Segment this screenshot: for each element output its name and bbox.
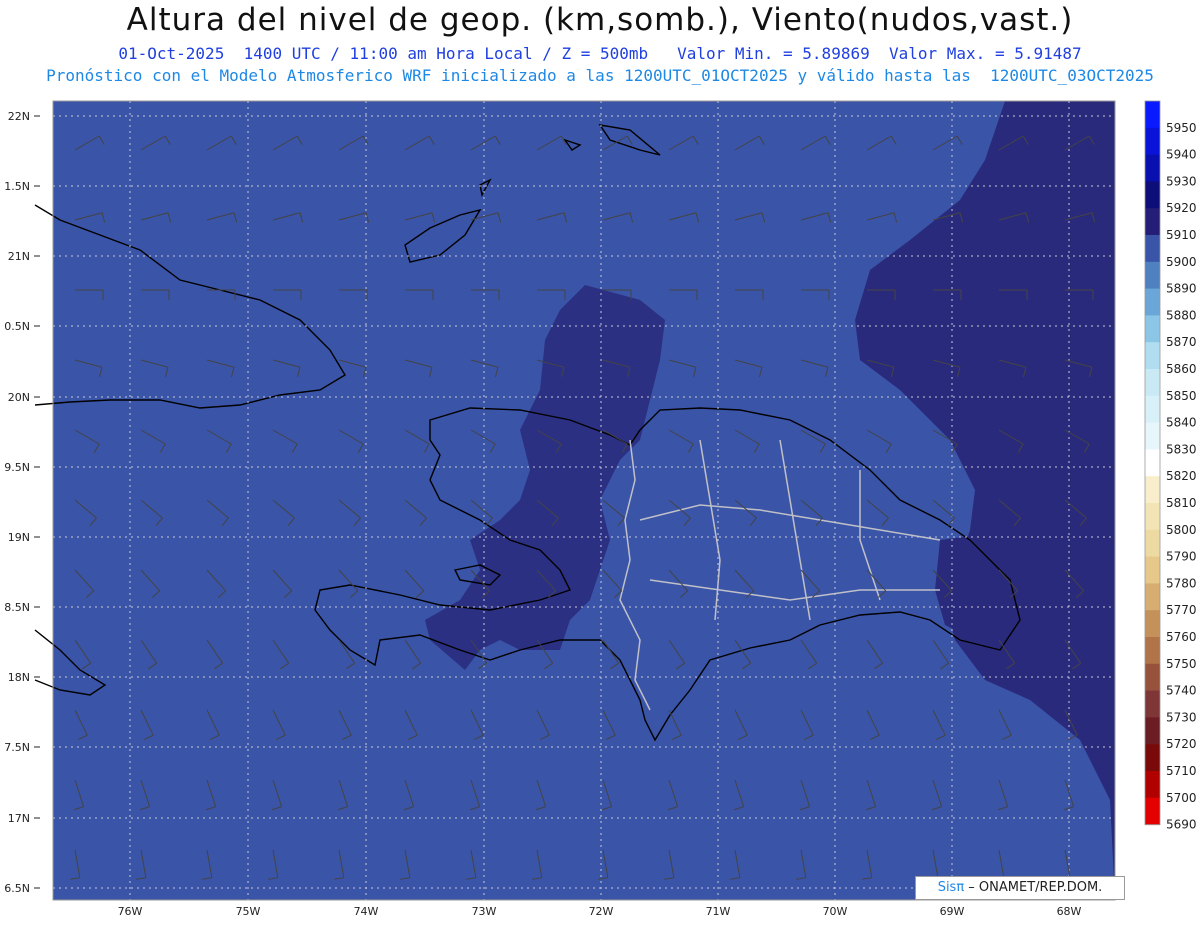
colorbar-swatch <box>1145 610 1160 638</box>
lon-label: 71W <box>706 905 731 918</box>
lon-label: 70W <box>823 905 848 918</box>
colorbar-swatch <box>1145 127 1160 156</box>
colorbar-label: 5810 <box>1166 496 1197 510</box>
colorbar-swatch <box>1145 556 1160 584</box>
colorbar-swatch <box>1145 315 1160 343</box>
colorbar-swatch <box>1145 690 1160 718</box>
colorbar-label: 5760 <box>1166 630 1197 644</box>
colorbar-label: 5740 <box>1166 684 1197 698</box>
colorbar-label: 5920 <box>1166 201 1197 215</box>
colorbar-label: 5910 <box>1166 228 1197 242</box>
colorbar-swatch <box>1145 529 1160 558</box>
lat-label: 21N <box>8 250 30 263</box>
colorbar-swatch <box>1145 583 1160 611</box>
latitude-labels: 22N 1.5N 21N 0.5N 20N 9.5N 19N 8.5N 18N 7.5N 17N 6.… <box>4 110 40 895</box>
colorbar-swatch <box>1145 235 1160 263</box>
colorbar-swatch <box>1145 503 1160 531</box>
colorbar-label: 5720 <box>1166 737 1197 751</box>
lon-label: 72W <box>589 905 614 918</box>
colorbar-swatch <box>1145 154 1160 182</box>
lon-label: 73W <box>472 905 497 918</box>
lon-label: 68W <box>1057 905 1082 918</box>
colorbar-swatch <box>1145 369 1160 397</box>
colorbar-label: 5940 <box>1166 148 1197 162</box>
colorbar-label: 5930 <box>1166 174 1197 188</box>
colorbar-swatch <box>1145 342 1160 370</box>
lat-label: 20N <box>8 391 30 404</box>
colorbar-label: 5870 <box>1166 335 1197 349</box>
lat-label: 9.5N <box>4 461 30 474</box>
colorbar-label: 5830 <box>1166 442 1197 456</box>
colorbar-label: 5880 <box>1166 308 1197 322</box>
lat-label: 6.5N <box>4 882 30 895</box>
lat-label: 18N <box>8 671 30 684</box>
colorbar-label: 5950 <box>1166 121 1197 135</box>
colorbar-label: 5790 <box>1166 550 1197 564</box>
colorbar-label: 5700 <box>1166 791 1197 805</box>
colorbar-label: 5860 <box>1166 362 1197 376</box>
credit-brand: Sisπ <box>937 880 965 895</box>
colorbar-swatch <box>1145 449 1160 477</box>
colorbar-label: 5820 <box>1166 469 1197 483</box>
lon-label: 75W <box>236 905 261 918</box>
lat-label: 22N <box>8 110 30 123</box>
colorbar-label: 5710 <box>1166 764 1197 778</box>
forecast-map: 22N 1.5N 21N 0.5N 20N 9.5N 19N 8.5N 18N 7.5N 17N 6.… <box>4 100 1197 918</box>
colorbar: 5950 5940 5930 5920 5910 5900 5890 5880 5870 5860… <box>1144 100 1197 832</box>
lat-label: 8.5N <box>4 601 30 614</box>
lat-label: 0.5N <box>4 320 30 333</box>
colorbar-label: 5780 <box>1166 576 1197 590</box>
colorbar-label: 5730 <box>1166 710 1197 724</box>
colorbar-swatch <box>1145 637 1160 665</box>
credit-box: Sisπ – ONAMET/REP.DOM. <box>915 876 1125 900</box>
colorbar-swatch <box>1145 797 1160 826</box>
colorbar-swatch <box>1145 771 1160 799</box>
colorbar-label: 5890 <box>1166 282 1197 296</box>
colorbar-swatch <box>1145 663 1160 692</box>
colorbar-swatch <box>1145 744 1160 772</box>
colorbar-swatch <box>1145 261 1160 290</box>
lat-label: 7.5N <box>4 741 30 754</box>
lon-label: 69W <box>940 905 965 918</box>
colorbar-swatch <box>1145 181 1160 209</box>
colorbar-label: 5850 <box>1166 389 1197 403</box>
lon-label: 76W <box>118 905 143 918</box>
lat-label: 17N <box>8 812 30 825</box>
lon-label: 74W <box>354 905 379 918</box>
colorbar-label: 5770 <box>1166 603 1197 617</box>
colorbar-swatch <box>1145 422 1160 450</box>
colorbar-swatch <box>1145 476 1160 504</box>
colorbar-label: 5840 <box>1166 416 1197 430</box>
credit-text: – ONAMET/REP.DOM. <box>964 880 1103 895</box>
colorbar-label: 5690 <box>1166 818 1197 832</box>
longitude-labels: 76W 75W 74W 73W 72W 71W 70W 69W 68W <box>118 905 1082 918</box>
lat-label: 19N <box>8 531 30 544</box>
lat-label: 1.5N <box>4 180 30 193</box>
colorbar-swatch <box>1145 288 1160 316</box>
colorbar-label: 5800 <box>1166 523 1197 537</box>
colorbar-label: 5900 <box>1166 255 1197 269</box>
colorbar-swatch <box>1145 395 1160 424</box>
colorbar-label: 5750 <box>1166 657 1197 671</box>
colorbar-swatch <box>1145 717 1160 745</box>
colorbar-swatch <box>1145 208 1160 236</box>
colorbar-swatch <box>1145 101 1160 129</box>
